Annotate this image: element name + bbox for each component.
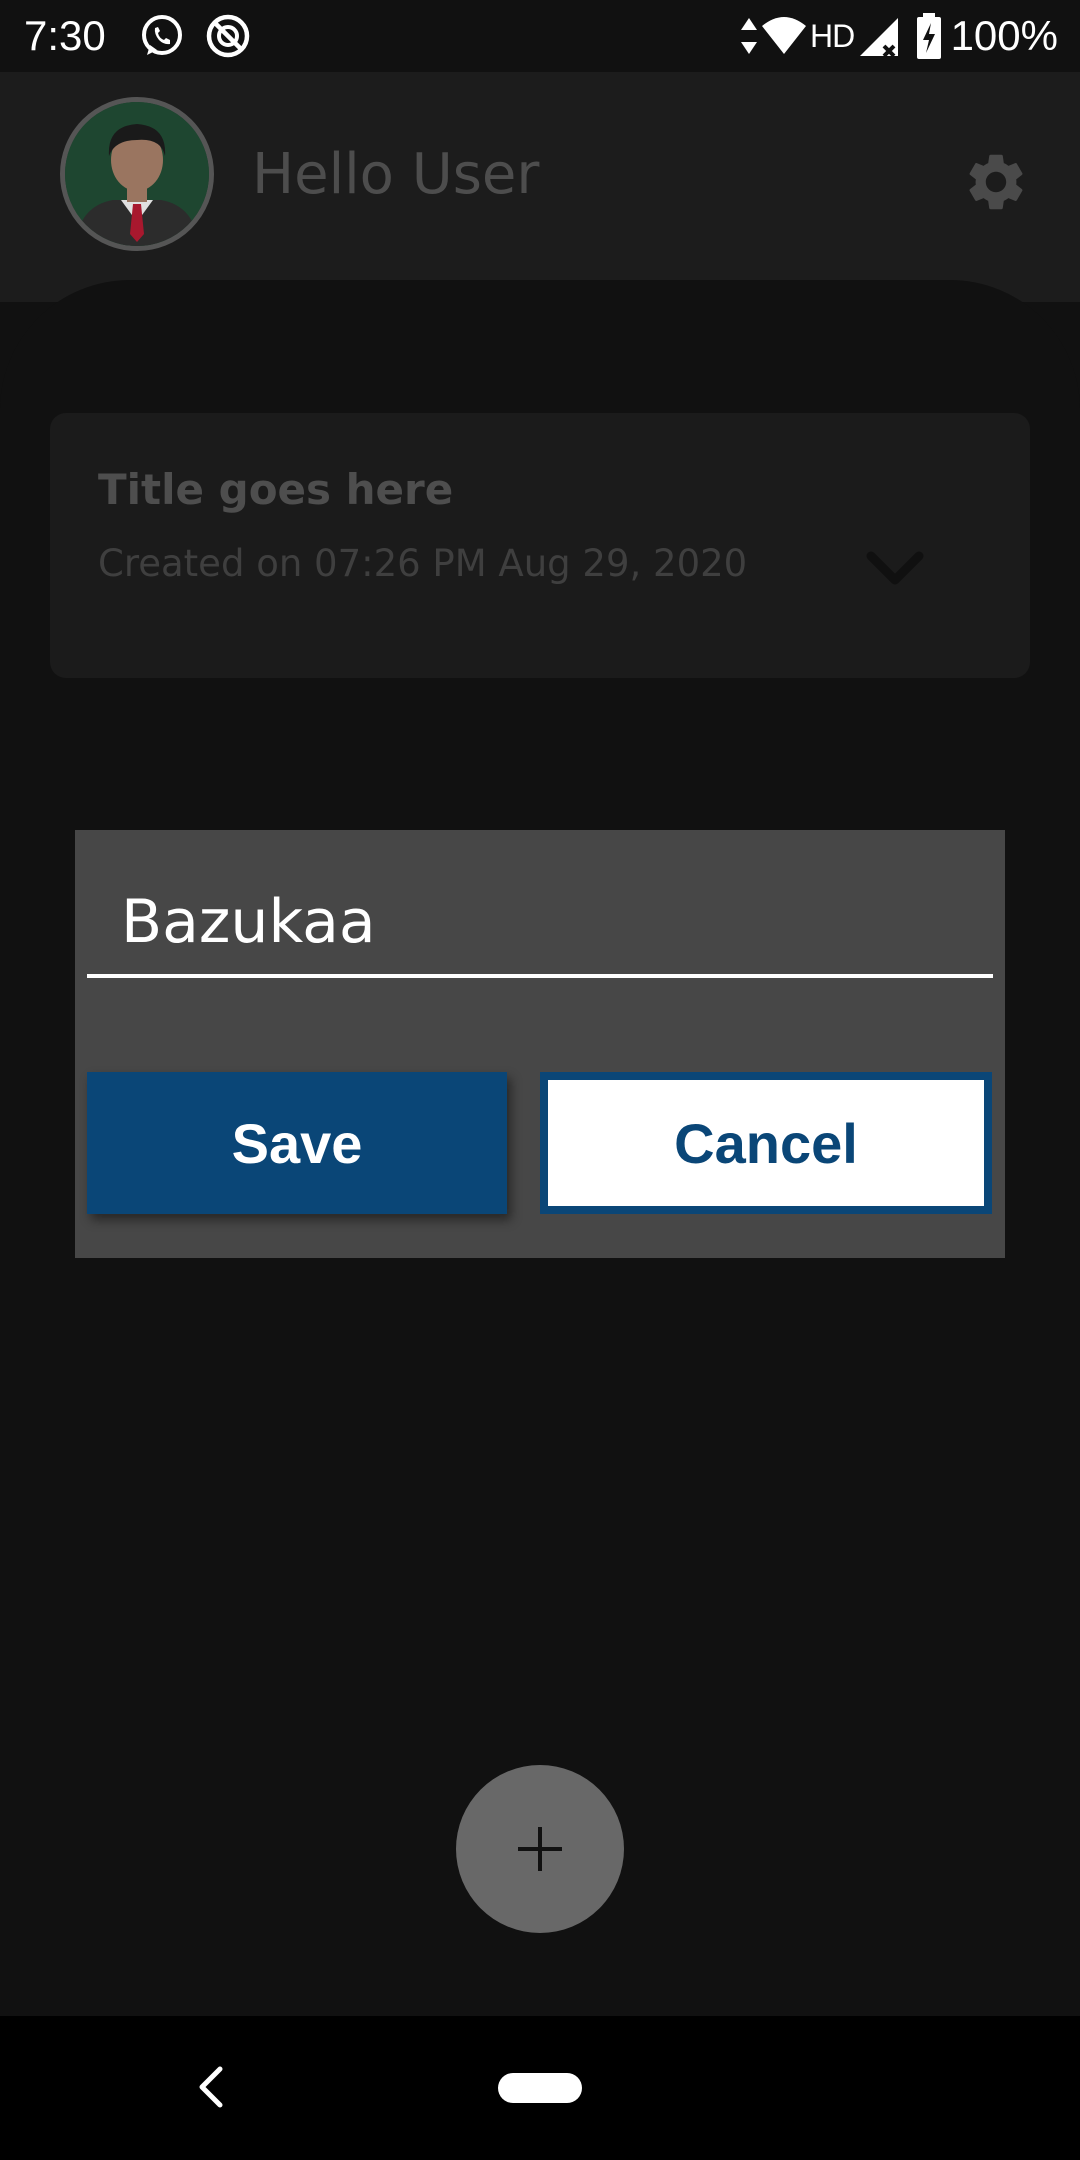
chevron-down-icon[interactable] — [865, 548, 925, 588]
cancel-button[interactable]: Cancel — [540, 1072, 992, 1214]
save-button[interactable]: Save — [87, 1072, 507, 1214]
battery-charging-icon — [917, 13, 941, 59]
avatar-icon[interactable] — [60, 97, 214, 251]
greeting-text: Hello User — [252, 142, 540, 207]
sync-off-icon — [206, 14, 250, 58]
navigation-bar — [0, 2016, 1080, 2160]
app-screen: 7:30 HD 100% Hello User Title goes here … — [0, 0, 1080, 2160]
note-card[interactable]: Title goes here Created on 07:26 PM Aug … — [50, 413, 1030, 678]
status-time: 7:30 — [24, 12, 106, 59]
add-note-button[interactable] — [456, 1765, 624, 1933]
wifi-icon — [762, 17, 806, 54]
note-title: Title goes here — [98, 465, 454, 514]
note-created-date: Created on 07:26 PM Aug 29, 2020 — [98, 542, 748, 585]
home-pill-icon[interactable] — [498, 2073, 582, 2103]
gear-icon[interactable] — [962, 148, 1030, 216]
battery-percent: 100% — [950, 12, 1058, 59]
title-input[interactable] — [87, 880, 993, 978]
plus-icon — [518, 1827, 562, 1871]
signal-icon — [860, 18, 898, 58]
status-bar: 7:30 HD 100% — [0, 0, 1080, 72]
back-icon[interactable] — [190, 2061, 230, 2113]
network-type-label: HD — [810, 18, 855, 54]
rename-dialog: Save Cancel — [75, 830, 1005, 1258]
whatsapp-icon — [142, 15, 182, 55]
data-arrows-icon — [741, 18, 757, 54]
